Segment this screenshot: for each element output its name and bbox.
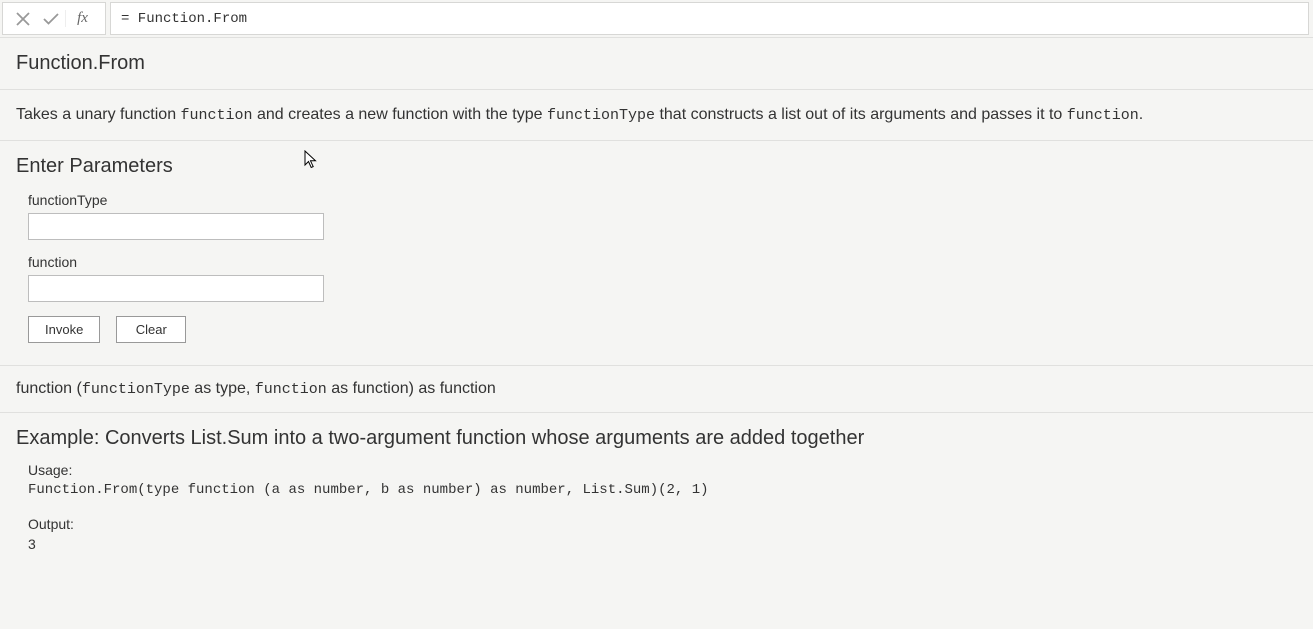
example-section: Example: Converts List.Sum into a two-ar…: [0, 413, 1313, 566]
example-title-prefix: Example:: [16, 427, 105, 449]
function-description-section: Takes a unary function function and crea…: [0, 90, 1313, 141]
param-input-functiontype[interactable]: [28, 213, 324, 240]
param-function: function: [28, 254, 1297, 302]
check-icon: [43, 12, 59, 26]
formula-bar: fx = Function.From: [0, 0, 1313, 38]
desc-text: and creates a new function with the type: [253, 106, 547, 123]
sig-text: as function) as function: [327, 380, 496, 397]
desc-text: Takes a unary function: [16, 106, 181, 123]
example-title: Example: Converts List.Sum into a two-ar…: [16, 427, 1297, 450]
function-signature: function (functionType as type, function…: [16, 380, 1297, 398]
formula-bar-controls: fx: [2, 2, 106, 35]
function-title: Function.From: [16, 52, 1297, 75]
fx-label: fx: [65, 10, 99, 27]
button-row: Invoke Clear: [28, 316, 1297, 343]
desc-code-functiontype: functionType: [547, 107, 655, 124]
close-icon: [16, 12, 30, 26]
output-value: 3: [28, 536, 1297, 552]
invoke-button[interactable]: Invoke: [28, 316, 100, 343]
param-functiontype: functionType: [28, 192, 1297, 240]
sig-param-function: function: [255, 381, 327, 398]
cancel-formula-button[interactable]: [9, 3, 37, 35]
usage-code: Function.From(type function (a as number…: [28, 482, 1297, 498]
parameters-heading: Enter Parameters: [16, 155, 1297, 178]
function-title-section: Function.From: [0, 38, 1313, 90]
clear-button[interactable]: Clear: [116, 316, 186, 343]
example-body: Usage: Function.From(type function (a as…: [28, 462, 1297, 552]
usage-label: Usage:: [28, 462, 1297, 478]
desc-code-function2: function: [1067, 107, 1139, 124]
parameters-section: Enter Parameters functionType function I…: [0, 141, 1313, 366]
desc-text: .: [1139, 106, 1143, 123]
param-label-function: function: [28, 254, 1297, 270]
sig-text: function (: [16, 380, 82, 397]
sig-text: as type: [190, 380, 246, 397]
desc-text: that constructs a list out of its argume…: [655, 106, 1067, 123]
signature-section: function (functionType as type, function…: [0, 366, 1313, 413]
param-input-function[interactable]: [28, 275, 324, 302]
output-label: Output:: [28, 516, 1297, 532]
content-area: Function.From Takes a unary function fun…: [0, 38, 1313, 566]
example-title-text: Converts List.Sum into a two-argument fu…: [105, 427, 864, 449]
function-description: Takes a unary function function and crea…: [16, 104, 1297, 126]
sig-param-functiontype: functionType: [82, 381, 190, 398]
formula-input[interactable]: = Function.From: [110, 2, 1309, 35]
desc-code-function: function: [181, 107, 253, 124]
param-label-functiontype: functionType: [28, 192, 1297, 208]
sig-text: ,: [246, 380, 255, 397]
accept-formula-button[interactable]: [37, 3, 65, 35]
